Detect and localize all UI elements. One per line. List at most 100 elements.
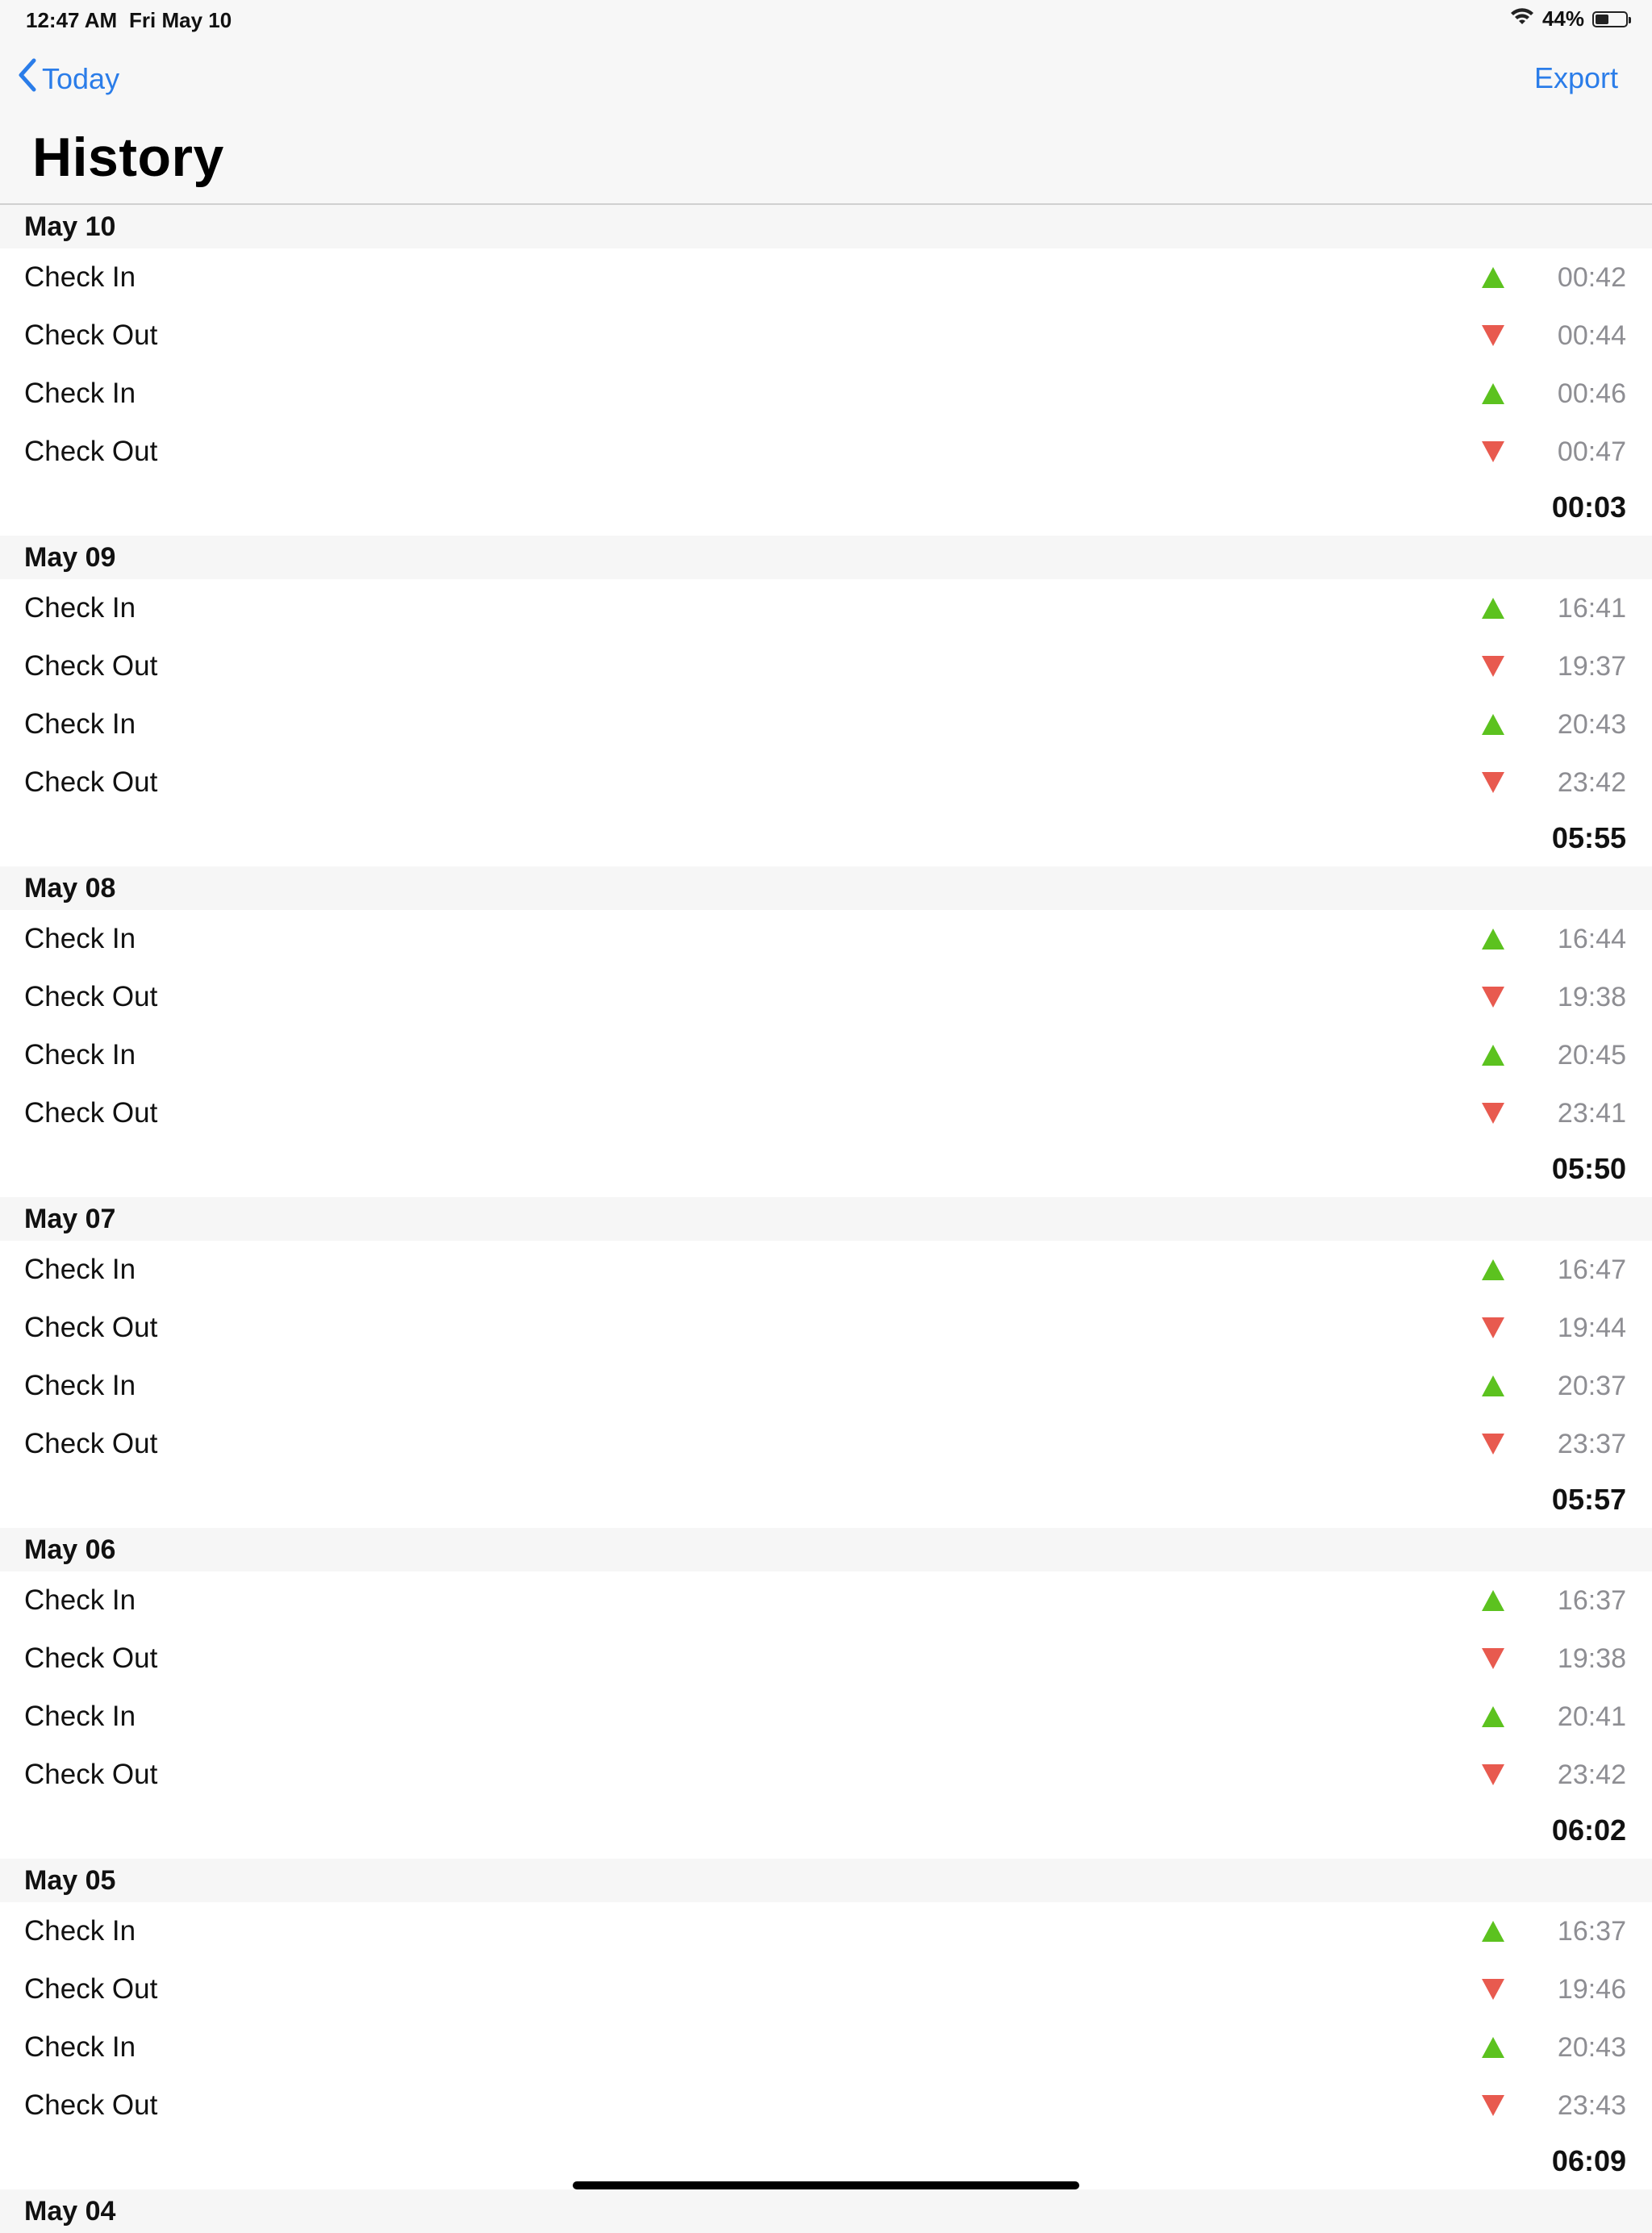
daily-total: 00:03 — [1551, 490, 1626, 524]
entry-time: 16:37 — [1557, 1915, 1626, 1947]
history-row[interactable]: Check Out 19:38 — [0, 968, 1652, 1026]
arrow-down-triangle-icon — [1482, 1648, 1504, 1669]
arrow-up-triangle-icon — [1482, 929, 1504, 950]
entry-time: 00:44 — [1557, 319, 1626, 351]
arrow-down-triangle-icon — [1482, 325, 1504, 346]
wifi-icon — [1510, 6, 1534, 31]
arrow-up-triangle-icon — [1482, 1590, 1504, 1611]
history-row[interactable]: Check Out 00:47 — [0, 423, 1652, 481]
status-date: Fri May 10 — [129, 8, 232, 32]
entry-label: Check Out — [24, 1428, 158, 1459]
arrow-up-triangle-icon — [1482, 383, 1504, 404]
history-row[interactable]: Check Out 19:44 — [0, 1299, 1652, 1357]
history-row[interactable]: Check Out 23:42 — [0, 753, 1652, 812]
history-row[interactable]: Check Out 23:41 — [0, 1084, 1652, 1142]
history-row[interactable]: Check Out 19:37 — [0, 637, 1652, 695]
history-row[interactable]: Check Out 19:46 — [0, 1960, 1652, 2018]
history-row[interactable]: Check In 16:37 — [0, 1571, 1652, 1630]
arrow-down-triangle-icon — [1482, 987, 1504, 1008]
entry-label: Check Out — [24, 1097, 158, 1129]
section-header: May 05 — [0, 1859, 1652, 1902]
entry-time: 19:46 — [1557, 1973, 1626, 2005]
entry-time: 16:41 — [1557, 592, 1626, 624]
daily-total: 05:57 — [1551, 1483, 1626, 1516]
entry-time: 20:37 — [1557, 1370, 1626, 1401]
entry-label: Check In — [24, 1701, 136, 1732]
section-header: May 07 — [0, 1197, 1652, 1241]
entry-time: 23:42 — [1557, 766, 1626, 798]
entry-label: Check In — [24, 708, 136, 740]
arrow-up-triangle-icon — [1482, 1259, 1504, 1280]
history-row[interactable]: Check In 20:43 — [0, 2018, 1652, 2076]
history-row[interactable]: Check In 00:42 — [0, 248, 1652, 307]
history-row[interactable]: Check In 16:44 — [0, 910, 1652, 968]
history-row[interactable]: Check In 16:37 — [0, 1902, 1652, 1960]
back-button[interactable]: Today — [18, 58, 119, 99]
history-row[interactable]: Check In 20:43 — [0, 695, 1652, 753]
entry-label: Check Out — [24, 981, 158, 1012]
home-indicator[interactable] — [573, 2181, 1079, 2189]
history-row[interactable]: Check Out 00:44 — [0, 307, 1652, 365]
history-row[interactable]: Check In 00:46 — [0, 365, 1652, 423]
export-button[interactable]: Export — [1534, 61, 1618, 95]
entry-time: 20:43 — [1557, 2031, 1626, 2063]
entry-time: 23:43 — [1557, 2089, 1626, 2121]
entry-label: Check Out — [24, 1973, 158, 2005]
entry-label: Check Out — [24, 2089, 158, 2121]
entry-label: Check Out — [24, 436, 158, 467]
arrow-down-triangle-icon — [1482, 1764, 1504, 1785]
entry-label: Check In — [24, 1584, 136, 1616]
entry-time: 16:37 — [1557, 1584, 1626, 1616]
entry-label: Check Out — [24, 1759, 158, 1790]
arrow-down-triangle-icon — [1482, 1103, 1504, 1124]
entry-time: 23:37 — [1557, 1428, 1626, 1459]
entry-label: Check In — [24, 1370, 136, 1401]
arrow-up-triangle-icon — [1482, 714, 1504, 735]
entry-label: Check Out — [24, 319, 158, 351]
entry-time: 00:42 — [1557, 261, 1626, 293]
battery-percent: 44% — [1541, 6, 1584, 31]
daily-total-row: 05:50 — [0, 1142, 1652, 1197]
entry-label: Check In — [24, 923, 136, 954]
history-row[interactable]: Check In 20:41 — [0, 1688, 1652, 1746]
entry-time: 20:41 — [1557, 1701, 1626, 1732]
entry-label: Check Out — [24, 1312, 158, 1343]
arrow-up-triangle-icon — [1482, 598, 1504, 619]
daily-total-row: 00:03 — [0, 481, 1652, 536]
section-header: May 06 — [0, 1528, 1652, 1571]
entry-label: Check In — [24, 1039, 136, 1071]
arrow-up-triangle-icon — [1482, 267, 1504, 288]
history-row[interactable]: Check Out 23:43 — [0, 2076, 1652, 2135]
history-row[interactable]: Check Out 19:38 — [0, 1630, 1652, 1688]
navigation-bar: Today Export History — [0, 39, 1652, 205]
arrow-down-triangle-icon — [1482, 2095, 1504, 2116]
history-list[interactable]: May 10 Check In 00:42 Check Out 00:44 Check I… — [0, 205, 1652, 2233]
back-button-label: Today — [42, 61, 120, 95]
arrow-down-triangle-icon — [1482, 772, 1504, 793]
history-row[interactable]: Check In 16:47 — [0, 1241, 1652, 1299]
history-row[interactable]: Check In 20:45 — [0, 1026, 1652, 1084]
history-row[interactable]: Check Out 23:37 — [0, 1415, 1652, 1473]
chevron-left-icon — [18, 58, 42, 99]
entry-label: Check Out — [24, 650, 158, 682]
history-row[interactable]: Check In 16:41 — [0, 579, 1652, 637]
entry-time: 19:38 — [1557, 1642, 1626, 1674]
entry-time: 19:44 — [1557, 1312, 1626, 1343]
arrow-down-triangle-icon — [1482, 1979, 1504, 2000]
entry-label: Check In — [24, 261, 136, 293]
entry-time: 19:38 — [1557, 981, 1626, 1012]
entry-label: Check In — [24, 2031, 136, 2063]
history-row[interactable]: Check In 20:37 — [0, 1357, 1652, 1415]
status-bar: 12:47 AM Fri May 10 44% — [0, 0, 1652, 39]
entry-time: 20:45 — [1557, 1039, 1626, 1071]
status-indicators: 44% — [1510, 6, 1631, 31]
section-header: May 08 — [0, 866, 1652, 910]
history-row[interactable]: Check Out 23:42 — [0, 1746, 1652, 1804]
daily-total: 05:55 — [1551, 821, 1626, 854]
arrow-up-triangle-icon — [1482, 2037, 1504, 2058]
entry-time: 16:44 — [1557, 923, 1626, 954]
entry-time: 00:47 — [1557, 436, 1626, 467]
arrow-down-triangle-icon — [1482, 656, 1504, 677]
daily-total: 06:09 — [1551, 2144, 1626, 2177]
entry-time: 16:47 — [1557, 1254, 1626, 1285]
